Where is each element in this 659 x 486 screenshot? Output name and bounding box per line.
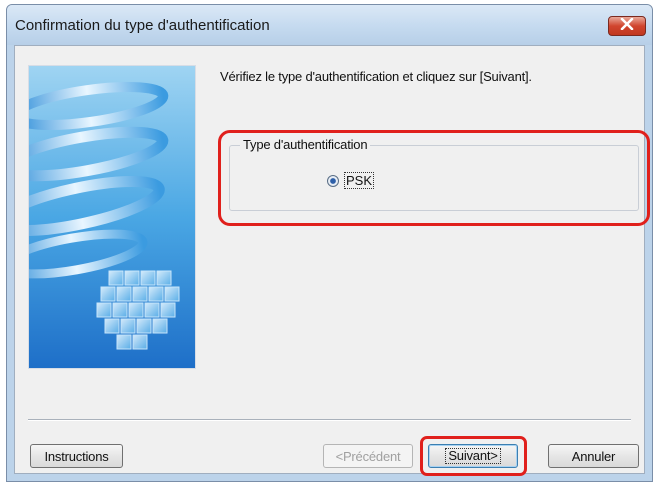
footer-separator — [28, 419, 631, 421]
next-button-label: Suivant> — [445, 448, 501, 464]
dialog-client-area: Vérifiez le type d'authentification et c… — [14, 45, 650, 476]
close-icon — [620, 17, 634, 35]
cancel-button[interactable]: Annuler — [548, 444, 639, 468]
previous-button[interactable]: <Précédent — [323, 444, 413, 468]
instruction-text: Vérifiez le type d'authentification et c… — [220, 69, 532, 84]
title-bar[interactable]: Confirmation du type d'authentification — [7, 5, 652, 45]
setup-banner-image — [28, 65, 196, 369]
close-button[interactable] — [608, 16, 646, 36]
previous-button-label: <Précédent — [335, 448, 401, 464]
instructions-button-label: Instructions — [44, 448, 109, 464]
cancel-button-label: Annuler — [571, 448, 616, 464]
auth-type-groupbox: Type d'authentification PSK — [229, 137, 639, 211]
instructions-button[interactable]: Instructions — [30, 444, 123, 468]
auth-type-legend: Type d'authentification — [240, 137, 371, 152]
dialog-window: Confirmation du type d'authentification — [6, 4, 653, 482]
radio-label-psk[interactable]: PSK — [344, 172, 375, 189]
radio-option-psk[interactable]: PSK — [327, 172, 375, 189]
next-button[interactable]: Suivant> — [428, 444, 518, 468]
window-title: Confirmation du type d'authentification — [15, 17, 270, 34]
radio-button-selected[interactable] — [327, 174, 339, 187]
